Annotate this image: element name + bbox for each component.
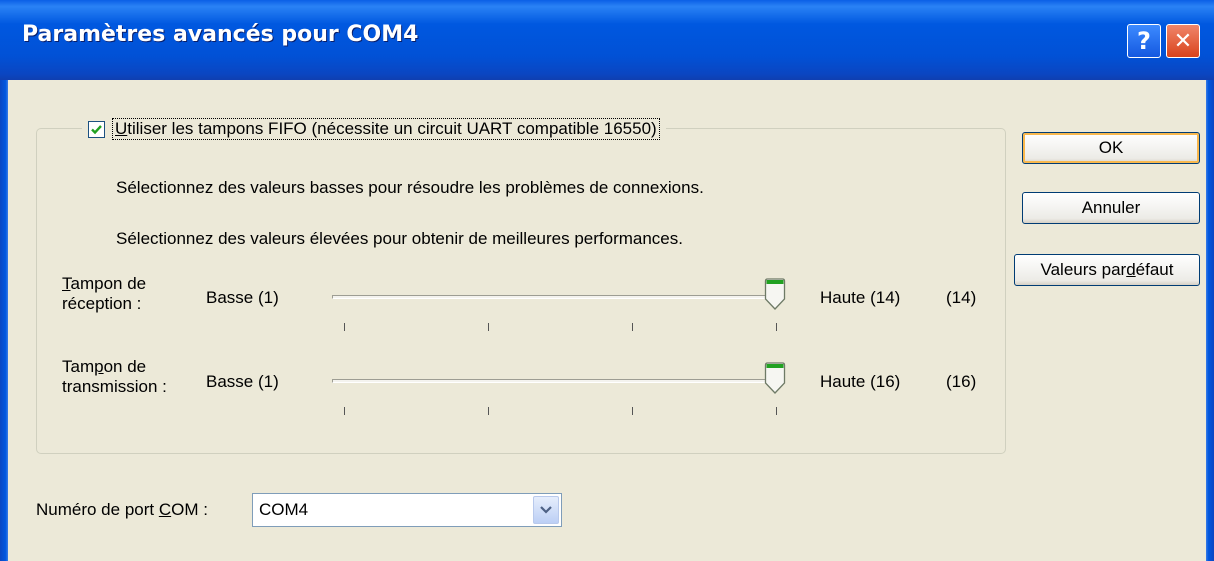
slider-tick [776,407,777,415]
close-icon: ✕ [1173,28,1193,54]
defaults-label-post: éfaut [1135,260,1174,279]
slider-tick [632,407,633,415]
title-bar[interactable]: Paramètres avancés pour COM4 ? ✕ [0,0,1214,80]
receive-buffer-label: Tampon de réception : [62,274,146,314]
slider-tick [344,407,345,415]
com-port-value: COM4 [259,500,309,519]
help-button[interactable]: ? [1127,24,1161,58]
receive-current-value: (14) [946,288,977,307]
fifo-checkbox-label[interactable]: Utiliser les tampons FIFO (nécessite un … [112,118,660,140]
fifo-checkbox[interactable] [88,120,105,138]
ok-button[interactable]: OK [1022,132,1200,164]
window-title: Paramètres avancés pour COM4 [22,22,419,47]
window-frame-right [1206,80,1214,561]
slider-tick [344,323,345,331]
receive-label-line2: réception : [62,294,142,313]
transmit-buffer-label: Tampon de transmission : [62,357,167,397]
receive-label-line1: ampon de [70,274,147,293]
com-label-pre: Numéro de port [36,500,159,519]
dialog-window: Paramètres avancés pour COM4 ? ✕ Utilise… [0,0,1214,561]
slider-thumb-icon[interactable] [764,362,786,394]
receive-min-label: Basse (1) [206,288,279,307]
com-label-post: OM : [171,500,208,519]
dropdown-button[interactable] [533,496,559,524]
transmit-label-post: on de [103,357,147,376]
com-label-accel: C [158,500,172,519]
restore-defaults-button[interactable]: Valeurs par d éfaut [1014,254,1200,286]
hint-low-text: Sélectionnez des valeurs basses pour rés… [116,178,704,197]
help-icon: ? [1137,27,1151,55]
com-port-label: Numéro de port COM : [36,500,208,520]
transmit-max-label: Haute (16) [820,372,901,391]
receive-max-label: Haute (14) [820,288,901,307]
com-port-select[interactable]: COM4 [252,493,562,527]
fifo-label-accel: U [115,119,128,138]
slider-track [332,295,784,299]
transmit-label-pre: Tam [62,357,95,376]
slider-tick [488,323,489,331]
transmit-min-label: Basse (1) [206,372,279,391]
cancel-button[interactable]: Annuler [1022,192,1200,224]
slider-tick [776,323,777,331]
hint-high-text: Sélectionnez des valeurs élevées pour ob… [116,229,683,248]
slider-tick [488,407,489,415]
window-frame-left [0,80,8,561]
fifo-checkbox-row[interactable]: Utiliser les tampons FIFO (nécessite un … [82,116,666,142]
transmit-label-accel: p [94,357,104,376]
fifo-label-rest: tiliser les tampons FIFO (nécessite un c… [127,119,657,138]
transmit-label-line2: transmission : [62,377,167,396]
defaults-label-pre: Valeurs par [1040,260,1127,279]
slider-thumb-icon[interactable] [764,278,786,310]
receive-buffer-slider[interactable] [332,278,786,338]
receive-label-accel: T [62,274,71,293]
slider-track [332,379,784,383]
defaults-label-accel: d [1126,260,1136,279]
slider-tick [632,323,633,331]
chevron-down-icon [540,506,552,514]
transmit-current-value: (16) [946,372,977,391]
transmit-buffer-slider[interactable] [332,362,786,422]
close-button[interactable]: ✕ [1166,24,1200,58]
checkmark-icon [91,124,102,134]
